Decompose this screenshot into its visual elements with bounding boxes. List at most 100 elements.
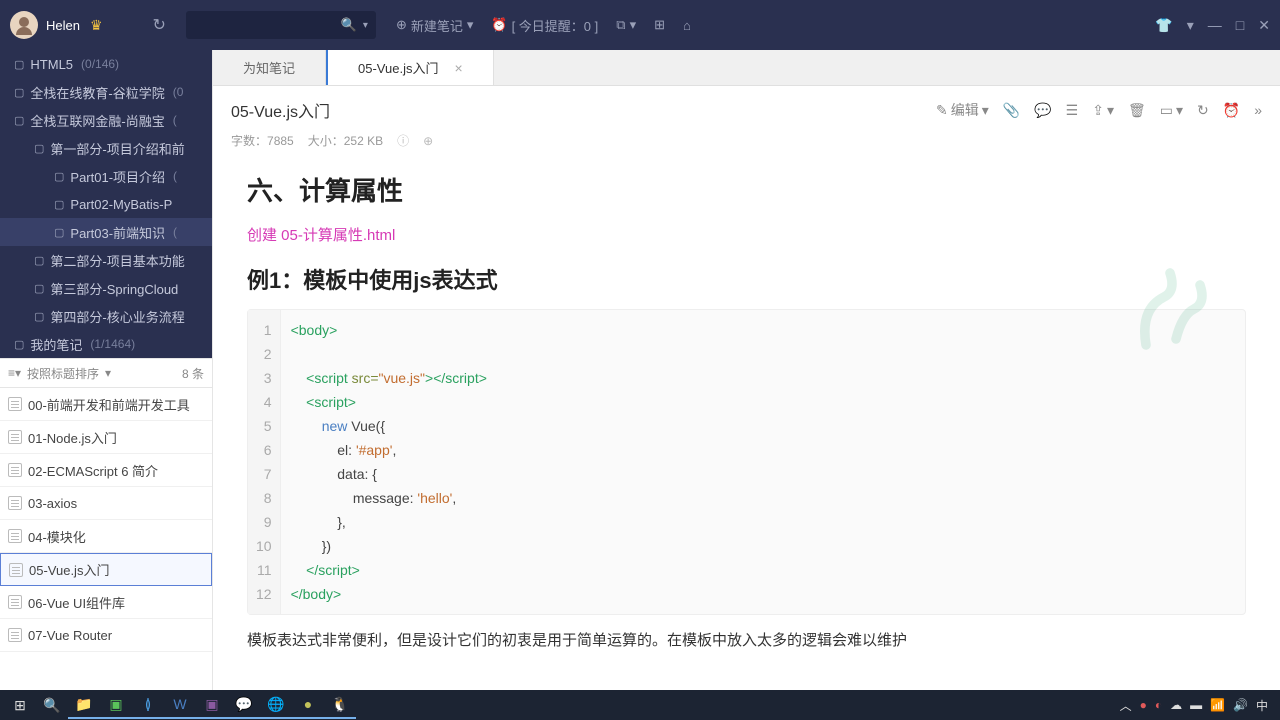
note-item[interactable]: 01-Node.js入门: [0, 421, 212, 454]
tree-item[interactable]: ▢Part02-MyBatis-P: [0, 190, 212, 218]
folder-icon: ▢: [34, 254, 44, 267]
tree-item[interactable]: ▢第三部分-SpringCloud: [0, 274, 212, 302]
refresh-doc-button[interactable]: ↻: [1197, 102, 1209, 119]
folder-icon: ▢: [54, 226, 64, 239]
shirt-icon[interactable]: 👕: [1155, 17, 1172, 34]
apps-button[interactable]: ⊞: [654, 17, 665, 33]
start-button[interactable]: ⊞: [4, 691, 36, 719]
note-count: 8 条: [182, 365, 204, 382]
sync-icon[interactable]: ▾: [1187, 17, 1194, 34]
tab-bar: 为知笔记05-Vue.js入门×: [213, 50, 1280, 86]
content-area: 为知笔记05-Vue.js入门× 05-Vue.js入门 ✎编辑▾ 📎 💬 ☰ …: [212, 50, 1280, 690]
book-button[interactable]: ▭▾: [1160, 102, 1183, 119]
tree-item[interactable]: ▢第一部分-项目介绍和前: [0, 134, 212, 162]
note-item[interactable]: 04-模块化: [0, 520, 212, 553]
share-icon: ⇪: [1092, 102, 1104, 119]
tray-icon-2[interactable]: ◐: [1155, 698, 1162, 712]
close-button[interactable]: ✕: [1258, 17, 1270, 34]
note-item[interactable]: 05-Vue.js入门: [0, 553, 212, 586]
home-icon: ⌂: [683, 18, 691, 33]
tab[interactable]: 为知笔记: [213, 50, 326, 85]
sort-label[interactable]: 按照标题排序: [27, 365, 99, 382]
clock-icon: ⏰: [491, 17, 507, 33]
chevron-down-icon: ▾: [1176, 102, 1183, 119]
note-list: 00-前端开发和前端开发工具01-Node.js入门02-ECMAScript …: [0, 388, 212, 690]
refresh-icon: ↻: [1197, 102, 1209, 119]
share-button[interactable]: ⇪▾: [1092, 102, 1114, 119]
doc-toolbar: ✎编辑▾ 📎 💬 ☰ ⇪▾ 🗑 ▭▾ ↻ ⏰ »: [936, 100, 1262, 120]
watermark: [1110, 249, 1230, 369]
edit-button[interactable]: ✎编辑▾: [936, 100, 989, 120]
code-gutter: 123456789101112: [248, 310, 281, 614]
comment-button[interactable]: 💬: [1034, 102, 1051, 119]
chevron-down-icon[interactable]: ▾: [105, 366, 111, 380]
external-button[interactable]: ⧉▾: [616, 17, 636, 33]
note-icon: [8, 430, 22, 444]
plus-icon: ⊕: [396, 17, 407, 33]
taskbar-app-2[interactable]: ▣: [196, 691, 228, 719]
crown-icon: ♛: [90, 17, 103, 34]
info-icon[interactable]: ⓘ: [397, 132, 409, 149]
tree-item[interactable]: ▢全栈互联网金融-尚融宝(: [0, 106, 212, 134]
taskbar-word[interactable]: W: [164, 691, 196, 719]
outline-button[interactable]: ☰: [1066, 102, 1079, 119]
alarm-button[interactable]: ⏰: [1223, 102, 1240, 119]
titlebar: Helen ♛ ↻ 🔍 ▾ ⊕新建笔记▾ ⏰[ 今日提醒：0 ] ⧉▾ ⊞ ⌂ …: [0, 0, 1280, 50]
folder-icon: ▢: [14, 86, 24, 99]
create-file-link[interactable]: 创建 05-计算属性.html: [247, 224, 1246, 245]
tree-item[interactable]: ▢Part01-项目介绍(: [0, 162, 212, 190]
note-item[interactable]: 03-axios: [0, 487, 212, 520]
windows-taskbar: ⊞ 🔍 📁 ▣ ≬ W ▣ 💬 🌐 ● 🐧 ︿ ● ◐ ☁ ▬ 📶 🔊 中: [0, 690, 1280, 720]
outline-icon: ☰: [1066, 102, 1079, 119]
tab[interactable]: 05-Vue.js入门×: [326, 50, 494, 85]
tree-item[interactable]: ▢HTML5(0/146): [0, 50, 212, 78]
code-content: <body> <script src="vue.js"></script> <s…: [281, 310, 1245, 614]
tree-item[interactable]: ▢Part03-前端知识(: [0, 218, 212, 246]
note-item[interactable]: 06-Vue UI组件库: [0, 586, 212, 619]
new-note-button[interactable]: ⊕新建笔记▾: [396, 16, 473, 35]
tray-ime[interactable]: 中: [1256, 697, 1268, 714]
close-icon[interactable]: ×: [454, 60, 462, 76]
attach-button[interactable]: 📎: [1003, 102, 1020, 119]
reminder-button[interactable]: ⏰[ 今日提醒：0 ]: [491, 16, 598, 35]
tree-item[interactable]: ▢我的笔记(1/1464): [0, 330, 212, 358]
comment-icon: 💬: [1034, 102, 1051, 119]
tray-icon-1[interactable]: ●: [1140, 698, 1147, 712]
folder-icon: ▢: [14, 58, 24, 71]
taskbar-vscode[interactable]: ≬: [132, 691, 164, 719]
refresh-icon[interactable]: ↻: [153, 15, 166, 35]
pencil-icon: ✎: [936, 102, 948, 119]
taskbar-chrome[interactable]: 🌐: [260, 691, 292, 719]
tree-item[interactable]: ▢第四部分-核心业务流程: [0, 302, 212, 330]
taskbar-explorer[interactable]: 📁: [68, 691, 100, 719]
tray-wifi-icon[interactable]: 📶: [1210, 698, 1225, 712]
tray-volume-icon[interactable]: 🔊: [1233, 698, 1248, 712]
taskbar-app-3[interactable]: ●: [292, 691, 324, 719]
tray-cloud-icon[interactable]: ☁: [1170, 698, 1182, 712]
chevron-down-icon: ▾: [630, 17, 637, 33]
tray-battery-icon[interactable]: ▬: [1190, 698, 1202, 712]
avatar[interactable]: [10, 11, 38, 39]
note-item[interactable]: 02-ECMAScript 6 简介: [0, 454, 212, 487]
taskbar-wechat[interactable]: 💬: [228, 691, 260, 719]
tree-item[interactable]: ▢第二部分-项目基本功能: [0, 246, 212, 274]
home-button[interactable]: ⌂: [683, 18, 691, 33]
note-icon: [8, 529, 22, 543]
taskbar-app-1[interactable]: ▣: [100, 691, 132, 719]
minimize-button[interactable]: —: [1208, 17, 1222, 33]
delete-button[interactable]: 🗑: [1128, 102, 1146, 119]
taskbar-app-4[interactable]: 🐧: [324, 691, 356, 719]
more-icon: »: [1254, 102, 1262, 118]
add-tag-icon[interactable]: ⊕: [423, 134, 433, 148]
search-input[interactable]: 🔍 ▾: [186, 11, 376, 39]
code-block: 123456789101112 <body> <script src="vue.…: [247, 309, 1246, 615]
more-button[interactable]: »: [1254, 102, 1262, 118]
sidebar: ▢HTML5(0/146)▢全栈在线教育-谷粒学院(0▢全栈互联网金融-尚融宝(…: [0, 50, 212, 690]
maximize-button[interactable]: □: [1236, 17, 1244, 33]
list-icon[interactable]: ≡▾: [8, 366, 21, 380]
taskbar-search[interactable]: 🔍: [36, 691, 68, 719]
tray-up-icon[interactable]: ︿: [1120, 697, 1132, 714]
note-item[interactable]: 07-Vue Router: [0, 619, 212, 652]
tree-item[interactable]: ▢全栈在线教育-谷粒学院(0: [0, 78, 212, 106]
note-item[interactable]: 00-前端开发和前端开发工具: [0, 388, 212, 421]
